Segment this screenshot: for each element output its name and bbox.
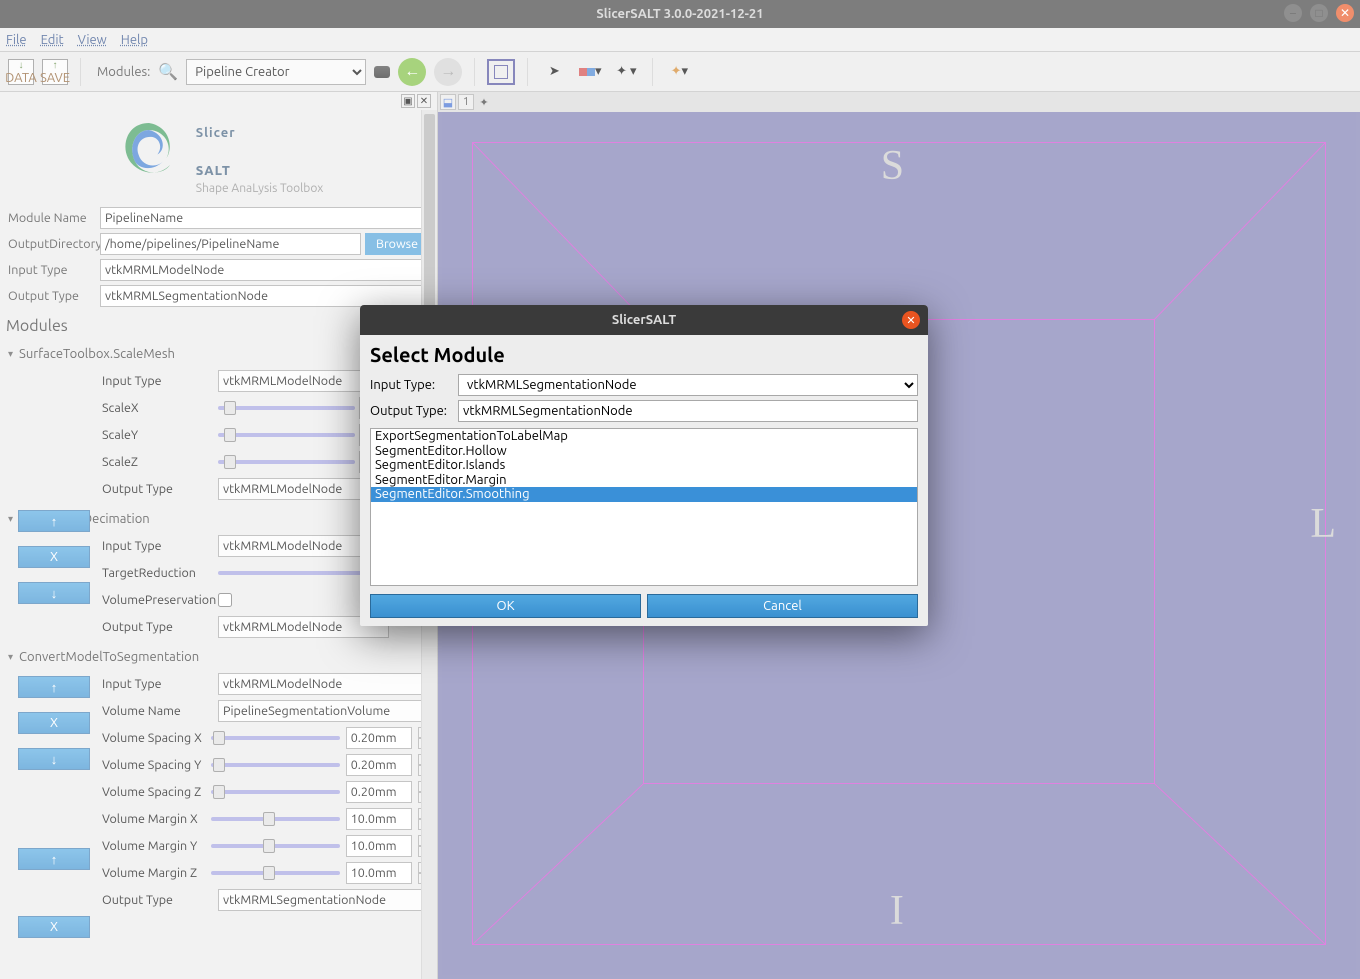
menu-help[interactable]: Help bbox=[121, 33, 148, 47]
nav-forward-button[interactable]: → bbox=[434, 58, 462, 86]
list-item[interactable]: ExportSegmentationToLabelMap bbox=[371, 429, 917, 444]
load-data-button[interactable]: ↓DATA bbox=[8, 59, 34, 85]
delete-button[interactable]: X bbox=[18, 712, 90, 734]
axis-i-label: I bbox=[890, 887, 904, 935]
move-up-button[interactable]: ↑ bbox=[18, 848, 90, 870]
dialog-heading: Select Module bbox=[370, 343, 918, 366]
browse-button[interactable]: Browse bbox=[365, 233, 429, 255]
vsy-slider[interactable] bbox=[211, 763, 340, 767]
window-titlebar: SlicerSALT 3.0.0-2021-12-21 – □ ✕ bbox=[0, 0, 1360, 28]
dlg-input-type-label: Input Type: bbox=[370, 378, 452, 392]
module-listbox[interactable]: ExportSegmentationToLabelMap SegmentEdit… bbox=[370, 428, 918, 586]
module-chooser[interactable]: Pipeline Creator bbox=[186, 59, 366, 85]
axis-l-label: L bbox=[1310, 500, 1336, 548]
window-title: SlicerSALT 3.0.0-2021-12-21 bbox=[596, 7, 763, 21]
output-dir-input[interactable] bbox=[100, 233, 361, 255]
nav-back-button[interactable]: ← bbox=[398, 58, 426, 86]
panel-close-button[interactable]: ✕ bbox=[417, 94, 431, 108]
dialog-close-button[interactable]: ✕ bbox=[902, 311, 920, 329]
cancel-button[interactable]: Cancel bbox=[647, 594, 918, 618]
move-down-button[interactable]: ↓ bbox=[18, 582, 90, 604]
input-type-input[interactable] bbox=[100, 259, 429, 281]
markup-tool-icon[interactable]: ✦ ▾ bbox=[612, 58, 640, 86]
module-name-input[interactable] bbox=[100, 207, 429, 229]
dlg-output-type-input[interactable] bbox=[458, 400, 918, 422]
modules-label: Modules: bbox=[97, 65, 150, 79]
window-minimize-button[interactable]: – bbox=[1284, 4, 1302, 22]
list-item[interactable]: SegmentEditor.Margin bbox=[371, 473, 917, 488]
menu-file[interactable]: File bbox=[6, 33, 27, 47]
s3-input-type[interactable] bbox=[218, 673, 429, 695]
vsx-slider[interactable] bbox=[211, 736, 340, 740]
window-maximize-button[interactable]: □ bbox=[1310, 4, 1328, 22]
color-tool-icon[interactable]: ▾ bbox=[576, 58, 604, 86]
axis-s-label: S bbox=[881, 142, 904, 190]
module-name-label: Module Name bbox=[8, 211, 100, 225]
layout-button[interactable] bbox=[487, 59, 515, 85]
output-type-label: Output Type bbox=[8, 289, 100, 303]
scaley-slider[interactable] bbox=[218, 433, 355, 437]
dlg-output-type-label: Output Type: bbox=[370, 404, 452, 418]
select-module-dialog: SlicerSALT ✕ Select Module Input Type: v… bbox=[360, 305, 928, 626]
window-close-button[interactable]: ✕ bbox=[1336, 4, 1354, 22]
viewport-tab-1[interactable]: 1 bbox=[458, 94, 474, 110]
save-data-button[interactable]: ↑SAVE bbox=[42, 59, 68, 85]
scalez-slider[interactable] bbox=[218, 460, 355, 464]
vmz-slider[interactable] bbox=[211, 871, 340, 875]
move-up-button[interactable]: ↑ bbox=[18, 510, 90, 532]
list-item[interactable]: SegmentEditor.Hollow bbox=[371, 444, 917, 459]
menu-edit[interactable]: Edit bbox=[41, 33, 64, 47]
volume-preservation-checkbox[interactable] bbox=[218, 593, 232, 607]
move-up-button[interactable]: ↑ bbox=[18, 676, 90, 698]
vmx-slider[interactable] bbox=[211, 817, 340, 821]
section-header[interactable]: ▾ConvertModelToSegmentation bbox=[8, 644, 429, 670]
output-type-input[interactable] bbox=[100, 285, 429, 307]
list-item[interactable]: SegmentEditor.Islands bbox=[371, 458, 917, 473]
volume-name-input[interactable] bbox=[218, 700, 429, 722]
move-down-button[interactable]: ↓ bbox=[18, 748, 90, 770]
list-item[interactable]: SegmentEditor.Smoothing bbox=[371, 487, 917, 502]
viewport-pin-icon[interactable]: ⬓ bbox=[440, 94, 456, 110]
crosshair-tool-icon[interactable]: ✦ ▾ bbox=[665, 58, 693, 86]
scalex-slider[interactable] bbox=[218, 406, 355, 410]
delete-button[interactable]: X bbox=[18, 916, 90, 938]
vsz-slider[interactable] bbox=[211, 790, 340, 794]
s3-output-type[interactable] bbox=[218, 889, 429, 911]
panel-float-button[interactable]: ▣ bbox=[401, 94, 415, 108]
vmy-slider[interactable] bbox=[211, 844, 340, 848]
cursor-tool-icon[interactable]: ➤ bbox=[540, 58, 568, 86]
dialog-titlebar[interactable]: SlicerSALT ✕ bbox=[360, 305, 928, 335]
dialog-title: SlicerSALT bbox=[612, 313, 676, 327]
main-toolbar: ↓DATA ↑SAVE Modules: 🔍 Pipeline Creator … bbox=[0, 52, 1360, 92]
module-history-button[interactable] bbox=[374, 66, 390, 78]
menu-bar: File Edit View Help bbox=[0, 28, 1360, 52]
output-dir-label: OutputDirectory bbox=[8, 237, 100, 251]
viewport-settings-icon[interactable]: ✦ bbox=[476, 94, 492, 110]
slicersalt-logo: SlicerSALT Shape AnaLysis Toolbox bbox=[0, 92, 437, 201]
delete-button[interactable]: X bbox=[18, 546, 90, 568]
dlg-input-type-select[interactable]: vtkMRMLSegmentationNode bbox=[458, 374, 918, 396]
menu-view[interactable]: View bbox=[78, 33, 107, 47]
input-type-label: Input Type bbox=[8, 263, 100, 277]
search-module-icon[interactable]: 🔍 bbox=[158, 62, 178, 81]
ok-button[interactable]: OK bbox=[370, 594, 641, 618]
